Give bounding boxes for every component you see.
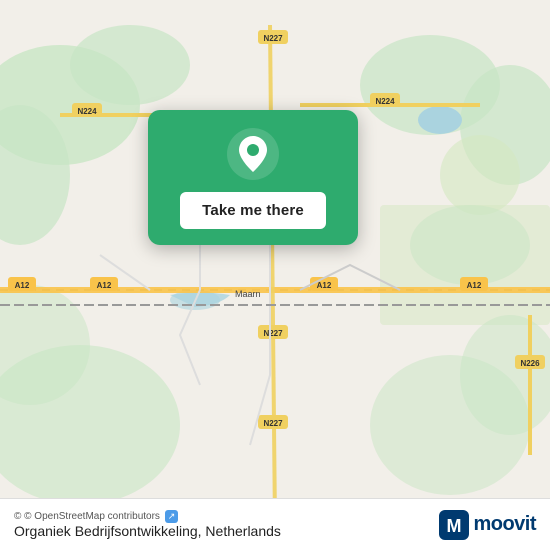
svg-text:N227: N227 (263, 329, 283, 338)
svg-text:N226: N226 (520, 359, 540, 368)
osm-text: © OpenStreetMap contributors (24, 511, 160, 522)
osm-attribution: © © OpenStreetMap contributors ↗ (14, 510, 281, 523)
svg-text:M: M (447, 516, 462, 536)
take-me-there-button[interactable]: Take me there (180, 192, 326, 229)
moovit-icon: M (439, 510, 469, 540)
svg-text:N224: N224 (375, 97, 395, 106)
map-background: A12 A12 A12 A12 N227 N227 N227 N224 N224… (0, 0, 550, 550)
location-pin-icon (227, 128, 279, 180)
svg-text:A12: A12 (467, 281, 482, 290)
svg-text:N227: N227 (263, 34, 283, 43)
map-container: A12 A12 A12 A12 N227 N227 N227 N224 N224… (0, 0, 550, 550)
external-link-icon[interactable]: ↗ (165, 510, 179, 523)
svg-text:A12: A12 (97, 281, 112, 290)
bottom-bar: © © OpenStreetMap contributors ↗ Organie… (0, 498, 550, 550)
svg-text:N224: N224 (77, 107, 97, 116)
location-label: Organiek Bedrijfsontwikkeling, Netherlan… (14, 523, 281, 539)
moovit-wordmark: moovit (473, 513, 536, 536)
bottom-info: © © OpenStreetMap contributors ↗ Organie… (14, 510, 281, 539)
svg-text:A12: A12 (15, 281, 30, 290)
popup-card: Take me there (148, 110, 358, 245)
svg-text:A12: A12 (317, 281, 332, 290)
svg-text:N227: N227 (263, 419, 283, 428)
svg-text:Maarn: Maarn (235, 289, 261, 299)
moovit-logo: M moovit (439, 510, 536, 540)
copyright-symbol: © (14, 511, 21, 522)
